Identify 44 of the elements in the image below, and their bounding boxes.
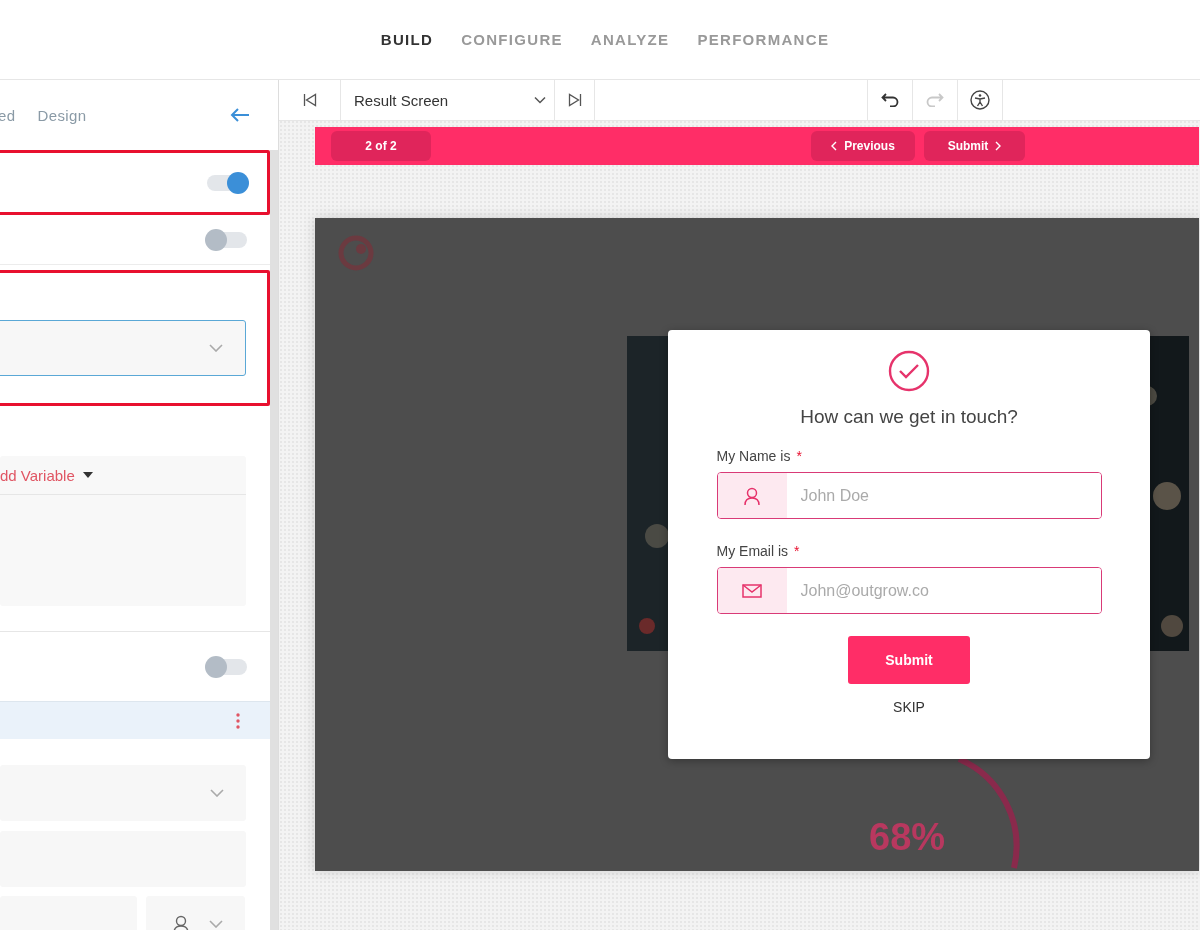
skip-back-icon	[302, 93, 317, 107]
logo-icon	[337, 234, 375, 272]
chevron-down-icon	[209, 344, 223, 352]
input-field[interactable]: John@outgrow.co	[716, 567, 1102, 614]
result-value: 68%	[869, 816, 946, 859]
submit-button[interactable]: Submit	[848, 636, 970, 684]
submit-button[interactable]: Submit	[924, 131, 1025, 161]
chevron-down-icon	[534, 96, 546, 104]
caret-icon	[82, 472, 93, 478]
check-circle-icon	[888, 350, 930, 392]
undo-icon	[881, 93, 899, 107]
nav-tab[interactable]: CONFIGURE	[452, 31, 572, 48]
envelope-icon	[742, 583, 762, 598]
add-variable-link[interactable]: dd Variable	[0, 466, 75, 484]
person-icon	[744, 486, 760, 505]
field-label: My Name is	[716, 448, 791, 464]
dropdown-field[interactable]	[0, 320, 246, 376]
required-mark: *	[794, 543, 800, 559]
chevron-right-icon	[995, 141, 1002, 151]
previous-button[interactable]: Previous	[811, 131, 915, 161]
toggle-switch[interactable]	[207, 658, 247, 675]
redo-icon	[926, 93, 944, 107]
scrollbar[interactable]	[270, 150, 278, 930]
skip-link[interactable]: SKIP	[887, 698, 931, 716]
chevron-left-icon	[831, 141, 838, 151]
input-field[interactable]: John Doe	[716, 472, 1102, 519]
chevron-down-icon	[210, 789, 224, 797]
nav-tab[interactable]: PERFORMANCE	[688, 31, 839, 48]
panel-tab[interactable]: Design	[37, 106, 87, 124]
skip-forward-icon	[567, 93, 582, 107]
person-icon	[173, 915, 189, 930]
field-label: My Email is	[716, 543, 789, 559]
chevron-down-icon	[209, 920, 223, 928]
kebab-menu-icon[interactable]	[236, 712, 240, 729]
required-mark: *	[796, 448, 802, 464]
form-title: How can we get in touch?	[800, 406, 1018, 428]
nav-tab[interactable]: ANALYZE	[581, 31, 679, 48]
accessibility-icon	[970, 90, 990, 110]
back-arrow-icon[interactable]	[230, 108, 250, 122]
toggle-switch[interactable]	[207, 174, 247, 191]
nav-tab[interactable]: BUILD	[371, 31, 443, 48]
toggle-switch[interactable]	[207, 231, 247, 248]
dropdown-field[interactable]	[0, 765, 246, 821]
page-counter: 2 of 2	[331, 131, 431, 161]
